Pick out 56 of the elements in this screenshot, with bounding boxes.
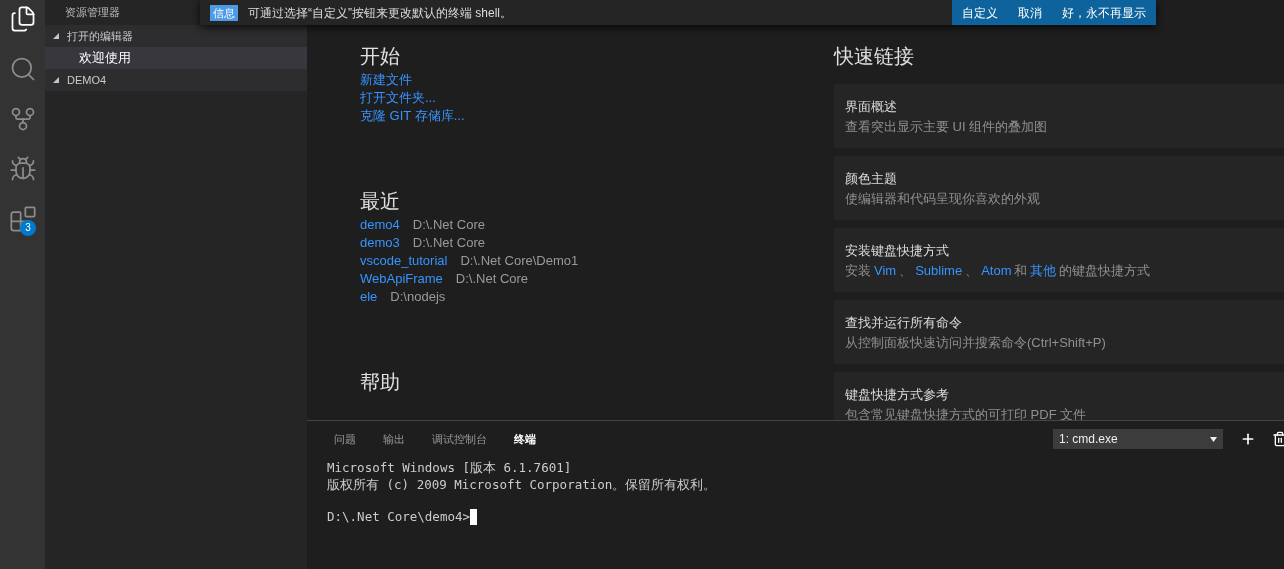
dropdown-caret-icon	[1210, 436, 1217, 442]
card-title: 界面概述	[845, 98, 897, 116]
card-title: 安装键盘快捷方式	[845, 242, 949, 260]
card-title: 查找并运行所有命令	[845, 314, 962, 332]
text-cursor	[470, 508, 477, 525]
notification-action[interactable]: 自定义	[952, 0, 1008, 25]
section-heading: 快速链接	[834, 44, 915, 69]
panel-tab[interactable]: 输出	[376, 430, 412, 448]
section-header[interactable]: DEMO4	[45, 69, 307, 91]
terminal-prompt: D:\.Net Core\demo4>	[327, 508, 470, 525]
card-description: 安装 Vim 、 Sublime 、 Atom 和 其他 的键盘快捷方式	[845, 262, 1151, 280]
bug-icon[interactable]	[8, 155, 37, 183]
panel-tab[interactable]: 调试控制台	[425, 430, 494, 448]
card-description: 使编辑器和代码呈现你喜欢的外观	[845, 190, 1040, 208]
folder-path: D:\.Net Core	[412, 234, 485, 252]
recent-folder-link[interactable]: vscode_tutorial	[360, 252, 448, 270]
start-link[interactable]: 新建文件	[360, 71, 412, 89]
notification-action[interactable]: 好，永不再显示	[1052, 0, 1156, 25]
section-heading: 最近	[360, 189, 401, 214]
card-description: 从控制面板快速访问并搜索命令(Ctrl+Shift+P)	[845, 334, 1106, 352]
quick-link-card[interactable]: 颜色主题 使编辑器和代码呈现你喜欢的外观	[834, 156, 1284, 220]
add-icon[interactable]	[1240, 431, 1256, 447]
terminal-select[interactable]: 1: cmd.exe	[1053, 429, 1223, 449]
section-header[interactable]: 打开的编辑器	[45, 25, 307, 47]
folder-path: D:\.Net Core\Demo1	[460, 252, 579, 270]
terminal-line: 版权所有 (c) 2009 Microsoft Corporation。保留所有权利。	[327, 476, 717, 493]
expanded-triangle-icon	[53, 33, 59, 39]
blocks-icon[interactable]	[8, 205, 37, 233]
sidebar-title: 资源管理器	[65, 5, 120, 21]
trash-icon[interactable]	[1272, 431, 1284, 447]
folder-path: D:\nodejs	[390, 288, 446, 306]
card-title: 键盘快捷方式参考	[845, 386, 949, 404]
count-badge: 3	[20, 220, 36, 236]
quick-link-card[interactable]: 界面概述 查看突出显示主要 UI 组件的叠加图	[834, 84, 1284, 148]
start-link[interactable]: 克隆 GIT 存储库...	[360, 107, 465, 125]
folder-path: D:\.Net Core	[412, 216, 485, 234]
editor-item[interactable]: 欢迎使用	[45, 47, 307, 69]
quick-link-card[interactable]: 安装键盘快捷方式 安装 Vim 、 Sublime 、 Atom 和 其他 的键盘快捷方式	[834, 228, 1284, 292]
start-link[interactable]: 打开文件夹...	[360, 89, 436, 107]
expanded-triangle-icon	[53, 77, 59, 83]
info-badge: 信息	[210, 4, 238, 21]
folder-path: D:\.Net Core	[455, 270, 529, 288]
notification-action[interactable]: 取消	[1008, 0, 1052, 25]
panel-tab[interactable]: 问题	[327, 430, 363, 448]
section-heading: 帮助	[360, 370, 401, 395]
card-description: 查看突出显示主要 UI 组件的叠加图	[845, 118, 1048, 136]
recent-folder-link[interactable]: demo4	[360, 216, 400, 234]
notification-message: 可通过选择“自定义”按钮来更改默认的终端 shell。	[248, 4, 512, 22]
card-title: 颜色主题	[845, 170, 897, 188]
quick-link-card[interactable]: 查找并运行所有命令 从控制面板快速访问并搜索命令(Ctrl+Shift+P)	[834, 300, 1284, 364]
section-heading: 开始	[360, 44, 401, 69]
recent-folder-link[interactable]: ele	[360, 288, 378, 306]
recent-folder-link[interactable]: demo3	[360, 234, 400, 252]
recent-folder-link[interactable]: WebApiFrame	[360, 270, 443, 288]
terminal-line: Microsoft Windows [版本 6.1.7601]	[327, 459, 572, 476]
panel-tab[interactable]: 终端	[507, 430, 543, 448]
